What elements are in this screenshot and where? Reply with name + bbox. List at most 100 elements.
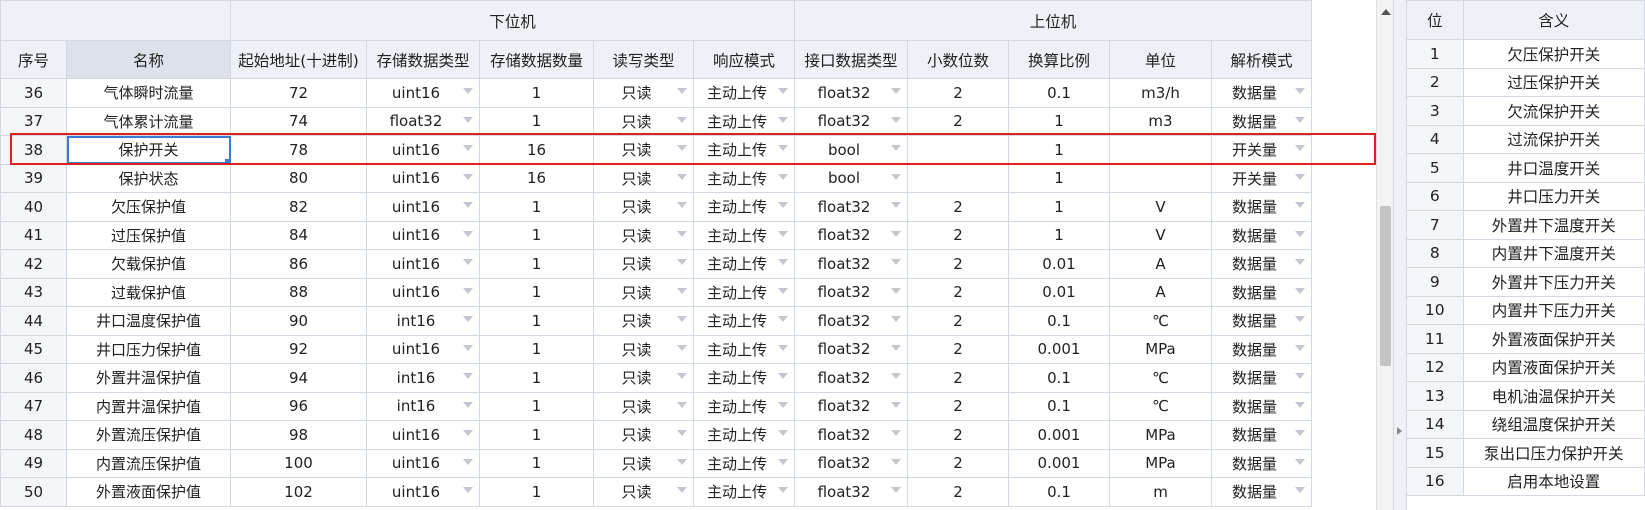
cell-rw-type[interactable]: 只读 <box>593 420 694 450</box>
cell-storage-type[interactable]: uint16 <box>366 220 480 250</box>
cell-seq[interactable]: 43 <box>0 277 67 307</box>
cell-storage-type[interactable]: uint16 <box>366 477 480 507</box>
table-row[interactable]: 46 外置井温保护值 94 int16 1 只读 主动上传 float32 2 0.1 ℃ 数据量 <box>0 363 1312 393</box>
cell-address[interactable]: 90 <box>230 306 367 336</box>
dropdown-arrow-icon[interactable] <box>677 259 687 265</box>
dropdown-arrow-icon[interactable] <box>778 259 788 265</box>
cell-response-mode[interactable]: 主动上传 <box>693 135 795 165</box>
cell-response-mode[interactable]: 主动上传 <box>693 220 795 250</box>
cell-scale[interactable]: 0.001 <box>1008 334 1110 364</box>
cell-seq[interactable]: 50 <box>0 477 67 507</box>
cell-name[interactable]: 气体瞬时流量 <box>66 78 231 108</box>
dropdown-arrow-icon[interactable] <box>891 316 901 322</box>
col-header-decimals[interactable]: 小数位数 <box>907 40 1009 79</box>
dropdown-arrow-icon[interactable] <box>778 401 788 408</box>
dropdown-arrow-icon[interactable] <box>463 487 473 493</box>
dropdown-arrow-icon[interactable] <box>891 344 901 351</box>
dropdown-arrow-icon[interactable] <box>463 230 473 237</box>
bit-row[interactable]: 11 外置液面保护开关 <box>1406 324 1645 354</box>
cell-parse-mode[interactable]: 数据量 <box>1211 277 1312 307</box>
cell-response-mode[interactable]: 主动上传 <box>693 163 795 193</box>
cell-interface-type[interactable]: float32 <box>794 391 908 421</box>
cell-unit[interactable]: MPa <box>1109 420 1212 450</box>
col-header-seq[interactable]: 序号 <box>0 40 67 79</box>
cell-unit[interactable] <box>1109 163 1212 193</box>
cell-decimals[interactable]: 2 <box>907 448 1009 478</box>
cell-name[interactable]: 欠压保护值 <box>66 192 231 222</box>
cell-rw-type[interactable]: 只读 <box>593 135 694 165</box>
bit-row[interactable]: 4 过流保护开关 <box>1406 124 1645 154</box>
cell-seq[interactable]: 45 <box>0 334 67 364</box>
cell-parse-mode[interactable]: 数据量 <box>1211 220 1312 250</box>
dropdown-arrow-icon[interactable] <box>1295 202 1305 208</box>
dropdown-arrow-icon[interactable] <box>778 230 788 237</box>
cell-rw-type[interactable]: 只读 <box>593 448 694 478</box>
table-row[interactable]: 43 过载保护值 88 uint16 1 只读 主动上传 float32 2 0.01 A 数据量 <box>0 277 1312 307</box>
cell-interface-type[interactable]: bool <box>794 135 908 165</box>
cell-meaning[interactable]: 泵出口压力保护开关 <box>1462 438 1645 468</box>
cell-interface-type[interactable]: float32 <box>794 334 908 364</box>
cell-storage-type[interactable]: uint16 <box>366 78 480 108</box>
dropdown-arrow-icon[interactable] <box>891 373 901 379</box>
cell-response-mode[interactable]: 主动上传 <box>693 420 795 450</box>
dropdown-arrow-icon[interactable] <box>1295 344 1305 351</box>
dropdown-arrow-icon[interactable] <box>463 373 473 379</box>
bit-row[interactable]: 9 外置井下压力开关 <box>1406 267 1645 297</box>
cell-bit[interactable]: 10 <box>1406 295 1464 325</box>
cell-decimals[interactable]: 2 <box>907 106 1009 136</box>
cell-address[interactable]: 84 <box>230 220 367 250</box>
cell-storage-type[interactable]: uint16 <box>366 420 480 450</box>
cell-storage-count[interactable]: 1 <box>479 192 594 222</box>
cell-storage-type[interactable]: int16 <box>366 306 480 336</box>
dropdown-arrow-icon[interactable] <box>891 202 901 208</box>
dropdown-arrow-icon[interactable] <box>463 458 473 465</box>
col-header-meaning[interactable]: 含义 <box>1462 0 1645 40</box>
cell-scale[interactable]: 0.001 <box>1008 420 1110 450</box>
cell-rw-type[interactable]: 只读 <box>593 78 694 108</box>
dropdown-arrow-icon[interactable] <box>891 230 901 237</box>
col-header-rw-type[interactable]: 读写类型 <box>593 40 694 79</box>
splitter-arrow-icon[interactable] <box>1397 427 1402 435</box>
cell-storage-type[interactable]: int16 <box>366 363 480 393</box>
dropdown-arrow-icon[interactable] <box>1295 88 1305 94</box>
col-header-unit[interactable]: 单位 <box>1109 40 1212 79</box>
cell-bit[interactable]: 8 <box>1406 238 1464 268</box>
cell-storage-count[interactable]: 1 <box>479 363 594 393</box>
cell-name[interactable]: 内置井温保护值 <box>66 391 231 421</box>
cell-interface-type[interactable]: float32 <box>794 106 908 136</box>
bit-row[interactable]: 7 外置井下温度开关 <box>1406 210 1645 240</box>
cell-rw-type[interactable]: 只读 <box>593 106 694 136</box>
cell-seq[interactable]: 44 <box>0 306 67 336</box>
cell-bit[interactable]: 2 <box>1406 67 1464 97</box>
cell-storage-count[interactable]: 1 <box>479 334 594 364</box>
cell-storage-type[interactable]: int16 <box>366 391 480 421</box>
cell-unit[interactable] <box>1109 135 1212 165</box>
cell-response-mode[interactable]: 主动上传 <box>693 306 795 336</box>
cell-decimals[interactable]: 2 <box>907 277 1009 307</box>
cell-unit[interactable]: MPa <box>1109 334 1212 364</box>
dropdown-arrow-icon[interactable] <box>891 116 901 123</box>
bit-row[interactable]: 3 欠流保护开关 <box>1406 96 1645 126</box>
cell-address[interactable]: 100 <box>230 448 367 478</box>
cell-bit[interactable]: 9 <box>1406 267 1464 297</box>
dropdown-arrow-icon[interactable] <box>463 430 473 436</box>
cell-address[interactable]: 96 <box>230 391 367 421</box>
dropdown-arrow-icon[interactable] <box>677 145 687 151</box>
vertical-scrollbar[interactable] <box>1376 0 1394 510</box>
table-row[interactable]: 38 保护开关 78 uint16 16 只读 主动上传 bool 1 开关量 <box>0 135 1312 165</box>
cell-rw-type[interactable]: 只读 <box>593 192 694 222</box>
cell-scale[interactable]: 0.01 <box>1008 249 1110 279</box>
cell-unit[interactable]: V <box>1109 192 1212 222</box>
cell-storage-count[interactable]: 1 <box>479 477 594 507</box>
cell-interface-type[interactable]: float32 <box>794 78 908 108</box>
cell-address[interactable]: 94 <box>230 363 367 393</box>
cell-decimals[interactable]: 2 <box>907 192 1009 222</box>
cell-decimals[interactable] <box>907 135 1009 165</box>
dropdown-arrow-icon[interactable] <box>1295 401 1305 408</box>
cell-meaning[interactable]: 过压保护开关 <box>1462 67 1645 97</box>
cell-decimals[interactable]: 2 <box>907 220 1009 250</box>
cell-interface-type[interactable]: float32 <box>794 420 908 450</box>
cell-parse-mode[interactable]: 数据量 <box>1211 78 1312 108</box>
cell-storage-type[interactable]: uint16 <box>366 163 480 193</box>
dropdown-arrow-icon[interactable] <box>463 316 473 322</box>
